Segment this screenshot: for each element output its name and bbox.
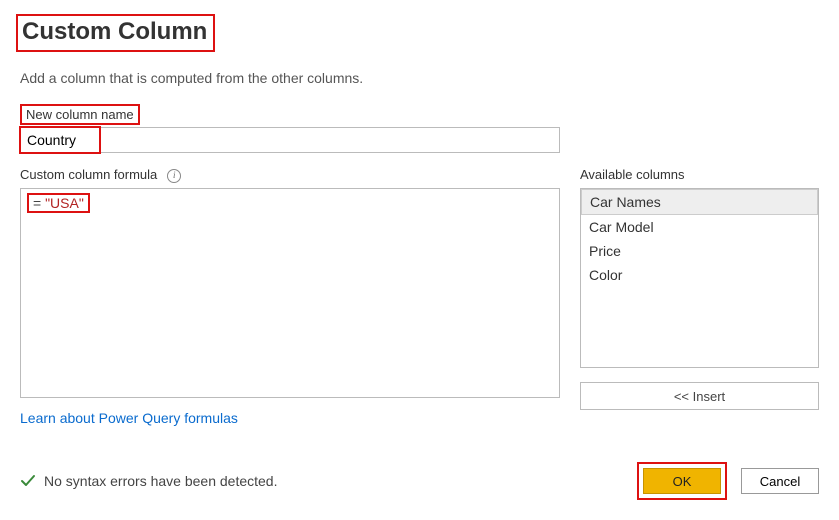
new-column-name-highlight	[19, 126, 101, 154]
formula-editor[interactable]: = "USA"	[20, 188, 560, 398]
cancel-button[interactable]: Cancel	[741, 468, 819, 494]
dialog-title: Custom Column	[16, 14, 215, 52]
status-text: No syntax errors have been detected.	[44, 473, 277, 489]
info-icon[interactable]: i	[167, 169, 181, 183]
new-column-name-field-wrap[interactable]	[20, 127, 560, 153]
dialog-description: Add a column that is computed from the o…	[20, 70, 819, 86]
new-column-name-label: New column name	[20, 104, 140, 125]
formula-label: Custom column formula	[20, 165, 161, 184]
learn-link[interactable]: Learn about Power Query formulas	[20, 410, 238, 426]
new-column-name-input[interactable]	[21, 128, 99, 152]
list-item[interactable]: Car Model	[581, 215, 818, 239]
status-row: No syntax errors have been detected.	[20, 473, 277, 489]
formula-string: "USA"	[45, 195, 84, 211]
list-item[interactable]: Car Names	[581, 189, 818, 215]
formula-text-highlight: = "USA"	[27, 193, 90, 213]
check-icon	[20, 473, 36, 489]
ok-button-highlight: OK	[637, 462, 727, 500]
list-item[interactable]: Color	[581, 263, 818, 287]
ok-button[interactable]: OK	[643, 468, 721, 494]
insert-button[interactable]: << Insert	[580, 382, 819, 410]
available-columns-label: Available columns	[580, 165, 689, 184]
formula-equals: =	[33, 195, 45, 211]
available-columns-list[interactable]: Car Names Car Model Price Color	[580, 188, 819, 368]
list-item[interactable]: Price	[581, 239, 818, 263]
